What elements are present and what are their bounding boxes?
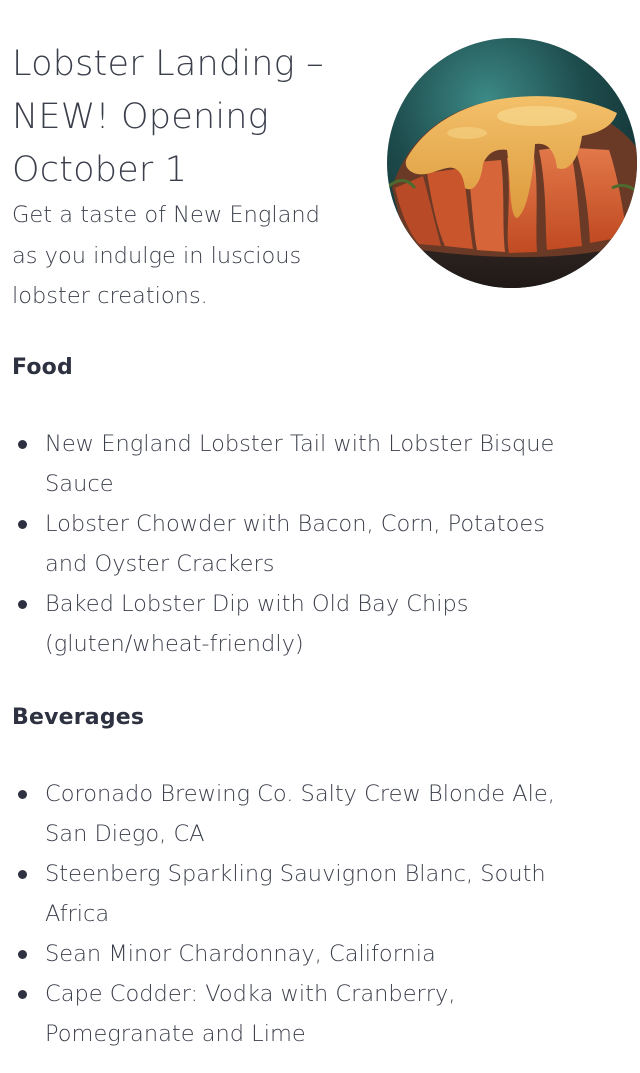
bullet-icon — [18, 990, 27, 999]
description-line: Get a taste of New England — [12, 202, 320, 228]
beverage-item: Sean Minor Chardonnay, California — [12, 934, 632, 974]
lobster-dish-image — [387, 38, 637, 288]
item-line: (gluten/wheat-friendly) — [45, 631, 304, 657]
item-line: Baked Lobster Dip with Old Bay Chips — [45, 591, 469, 617]
item-line: Coronado Brewing Co. Salty Crew Blonde A… — [45, 781, 555, 807]
item-line: New England Lobster Tail with Lobster Bi… — [45, 431, 555, 457]
bullet-icon — [18, 790, 27, 799]
bullet-icon — [18, 600, 27, 609]
beverages-heading: Beverages — [12, 705, 145, 730]
item-line: Sean Minor Chardonnay, California — [45, 941, 436, 967]
beverage-item: Cape Codder: Vodka with Cranberry, Pomeg… — [12, 974, 632, 1054]
bullet-icon — [18, 870, 27, 879]
item-line: Sauce — [45, 471, 114, 497]
title-line: October 1 — [12, 150, 188, 190]
title-line: NEW! Opening — [12, 97, 269, 137]
item-line: Pomegranate and Lime — [45, 1021, 306, 1047]
bullet-icon — [18, 520, 27, 529]
food-list: New England Lobster Tail with Lobster Bi… — [12, 424, 632, 664]
page-title: Lobster Landing – NEW! Opening October 1 — [12, 38, 372, 197]
food-item: Baked Lobster Dip with Old Bay Chips (gl… — [12, 584, 632, 664]
description-line: lobster creations. — [12, 283, 208, 309]
item-line: Lobster Chowder with Bacon, Corn, Potato… — [45, 511, 545, 537]
beverage-item: Steenberg Sparkling Sauvignon Blanc, Sou… — [12, 854, 632, 934]
bullet-icon — [18, 440, 27, 449]
item-line: Steenberg Sparkling Sauvignon Blanc, Sou… — [45, 861, 546, 887]
item-line: San Diego, CA — [45, 821, 205, 847]
beverage-item: Coronado Brewing Co. Salty Crew Blonde A… — [12, 774, 632, 854]
food-heading: Food — [12, 355, 73, 380]
item-line: and Oyster Crackers — [45, 551, 275, 577]
bullet-icon — [18, 950, 27, 959]
item-line: Cape Codder: Vodka with Cranberry, — [45, 981, 456, 1007]
description-line: as you indulge in luscious — [12, 242, 302, 269]
page: Lobster Landing – NEW! Opening October 1… — [0, 0, 640, 1073]
title-line: Lobster Landing – — [12, 44, 324, 84]
food-item: Lobster Chowder with Bacon, Corn, Potato… — [12, 504, 632, 584]
item-line: Africa — [45, 901, 110, 927]
beverages-list: Coronado Brewing Co. Salty Crew Blonde A… — [12, 774, 632, 1054]
intro-description: Get a taste of New England as you indulg… — [12, 195, 372, 317]
food-item: New England Lobster Tail with Lobster Bi… — [12, 424, 632, 504]
